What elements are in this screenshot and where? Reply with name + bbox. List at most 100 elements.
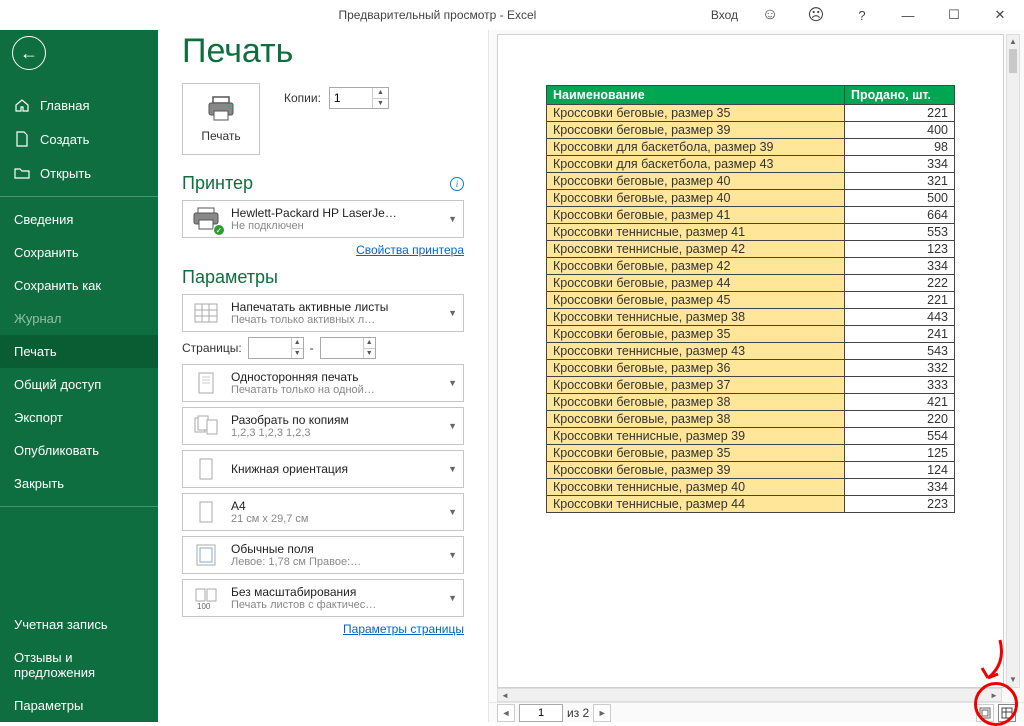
sidebar-label-new: Создать (40, 132, 89, 147)
paper-dropdown[interactable]: A421 см x 29,7 см ▼ (182, 493, 464, 531)
vertical-scrollbar[interactable]: ▲ ▼ (1006, 34, 1020, 688)
scroll-thumb[interactable] (1009, 49, 1017, 73)
scroll-right-icon[interactable]: ► (987, 691, 1001, 700)
login-link[interactable]: Вход (711, 8, 738, 22)
sidebar-item-save[interactable]: Сохранить (0, 236, 158, 269)
sidebar-item-home[interactable]: Главная (0, 88, 158, 122)
printer-properties-link[interactable]: Свойства принтера (182, 243, 464, 257)
copies-spinner[interactable]: ▲▼ (329, 87, 389, 109)
sidebar-item-export[interactable]: Экспорт (0, 401, 158, 434)
sidebar-item-new[interactable]: Создать (0, 122, 158, 156)
titlebar: Предварительный просмотр - Excel Вход ☺ … (0, 0, 1024, 30)
preview-page: Наименование Продано, шт. Кроссовки бего… (497, 34, 1004, 688)
page-from-spinner[interactable]: ▲▼ (248, 337, 304, 359)
printer-status: Не подключен (231, 220, 440, 232)
chevron-down-icon: ▼ (448, 421, 457, 431)
scroll-left-icon[interactable]: ◄ (498, 691, 512, 700)
sidebar-item-close[interactable]: Закрыть (0, 467, 158, 500)
col-qty: Продано, шт. (845, 86, 955, 105)
page-title: Печать (182, 32, 464, 71)
sidebar-item-open[interactable]: Открыть (0, 156, 158, 190)
back-arrow-icon: ← (20, 43, 38, 64)
sidebar-item-saveas[interactable]: Сохранить как (0, 269, 158, 302)
page-setup-link[interactable]: Параметры страницы (182, 622, 464, 636)
help-icon[interactable]: ? (842, 1, 882, 29)
smile-icon[interactable]: ☺ (750, 1, 790, 29)
window-title: Предварительный просмотр - Excel (164, 8, 711, 22)
sidebar-item-history: Журнал (0, 302, 158, 335)
table-row: Кроссовки теннисные, размер 41553 (547, 224, 955, 241)
new-icon (14, 131, 30, 147)
table-row: Кроссовки для баскетбола, размер 43334 (547, 156, 955, 173)
table-row: Кроссовки для баскетбола, размер 3998 (547, 139, 955, 156)
scroll-down-icon[interactable]: ▼ (1007, 673, 1019, 687)
back-button[interactable]: ← (12, 36, 46, 70)
sidebar-item-publish[interactable]: Опубликовать (0, 434, 158, 467)
chevron-down-icon: ▼ (448, 378, 457, 388)
margins-icon (189, 540, 223, 570)
params-section-title: Параметры (182, 267, 278, 288)
sheets-icon (189, 298, 223, 328)
table-row: Кроссовки беговые, размер 38421 (547, 394, 955, 411)
scroll-up-icon[interactable]: ▲ (1007, 35, 1019, 49)
page-to-input[interactable] (321, 338, 363, 358)
print-settings-panel: Печать Печать Копии: ▲▼ Принтер i (158, 30, 488, 722)
table-row: Кроссовки теннисные, размер 42123 (547, 241, 955, 258)
page-side-icon (189, 368, 223, 398)
sidebar-item-share[interactable]: Общий доступ (0, 368, 158, 401)
chevron-down-icon: ▼ (448, 593, 457, 603)
col-name: Наименование (547, 86, 845, 105)
margins-dropdown[interactable]: Обычные поляЛевое: 1,78 см Правое:… ▼ (182, 536, 464, 574)
table-row: Кроссовки беговые, размер 35241 (547, 326, 955, 343)
preview-statusbar: ◄ из 2 ► (489, 702, 1024, 722)
spin-up-icon[interactable]: ▲ (373, 88, 388, 99)
sidebar-item-print[interactable]: Печать (0, 335, 158, 368)
prev-page-button[interactable]: ◄ (497, 704, 515, 722)
sidebar-item-options[interactable]: Параметры (0, 689, 158, 722)
sidebar-label-open: Открыть (40, 166, 91, 181)
info-icon[interactable]: i (450, 177, 464, 191)
home-icon (14, 97, 30, 113)
table-row: Кроссовки беговые, размер 37333 (547, 377, 955, 394)
sidebar-item-account[interactable]: Учетная запись (0, 608, 158, 641)
zoom-to-page-button[interactable] (998, 704, 1016, 722)
sidebar-item-info[interactable]: Сведения (0, 203, 158, 236)
orientation-icon (189, 454, 223, 484)
table-row: Кроссовки беговые, размер 44222 (547, 275, 955, 292)
page-from-input[interactable] (249, 338, 291, 358)
pages-label: Страницы: (182, 341, 242, 355)
show-margins-button[interactable] (976, 704, 994, 722)
print-what-dropdown[interactable]: Напечатать активные листыПечать только а… (182, 294, 464, 332)
chevron-down-icon: ▼ (448, 550, 457, 560)
frown-icon[interactable]: ☹ (796, 1, 836, 29)
table-row: Кроссовки беговые, размер 40500 (547, 190, 955, 207)
close-icon[interactable]: ✕ (980, 1, 1020, 29)
collate-icon (189, 411, 223, 441)
next-page-button[interactable]: ► (593, 704, 611, 722)
horizontal-scrollbar[interactable]: ◄ ► (497, 688, 1002, 702)
print-preview-pane: Наименование Продано, шт. Кроссовки бего… (488, 30, 1024, 722)
printer-dropdown[interactable]: ✓ Hewlett-Packard HP LaserJe… Не подключ… (182, 200, 464, 238)
print-button[interactable]: Печать (182, 83, 260, 155)
chevron-down-icon: ▼ (448, 214, 457, 224)
pages-sep: - (310, 341, 314, 355)
table-row: Кроссовки теннисные, размер 38443 (547, 309, 955, 326)
page-number-input[interactable] (519, 704, 563, 722)
sides-dropdown[interactable]: Односторонняя печатьПечатать только на о… (182, 364, 464, 402)
copies-input[interactable] (330, 88, 372, 108)
chevron-down-icon: ▼ (448, 464, 457, 474)
minimize-icon[interactable]: — (888, 1, 928, 29)
table-row: Кроссовки теннисные, размер 44223 (547, 496, 955, 513)
orientation-dropdown[interactable]: Книжная ориентация ▼ (182, 450, 464, 488)
page-to-spinner[interactable]: ▲▼ (320, 337, 376, 359)
printer-check-icon: ✓ (213, 224, 225, 236)
scaling-dropdown[interactable]: 100 Без масштабированияПечать листов с ф… (182, 579, 464, 617)
table-row: Кроссовки теннисные, размер 43543 (547, 343, 955, 360)
table-row: Кроссовки беговые, размер 38220 (547, 411, 955, 428)
collate-dropdown[interactable]: Разобрать по копиям1,2,3 1,2,3 1,2,3 ▼ (182, 407, 464, 445)
svg-text:100: 100 (197, 602, 211, 611)
sidebar-item-feedback[interactable]: Отзывы и предложения (0, 641, 158, 689)
table-row: Кроссовки теннисные, размер 39554 (547, 428, 955, 445)
spin-down-icon[interactable]: ▼ (373, 99, 388, 109)
maximize-icon[interactable]: ☐ (934, 1, 974, 29)
